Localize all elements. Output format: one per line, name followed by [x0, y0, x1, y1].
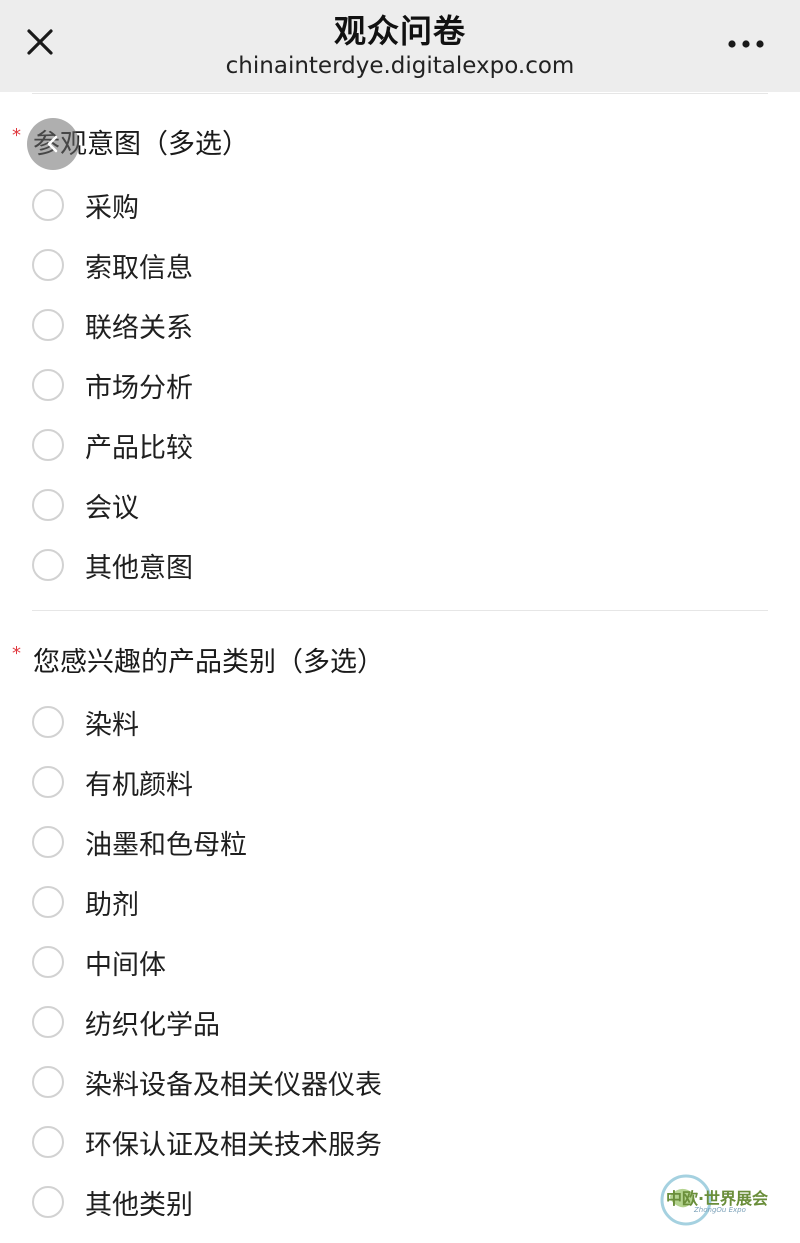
required-mark: *	[12, 643, 21, 664]
option-label: 染料	[85, 710, 139, 741]
option-label: 会议	[85, 493, 139, 524]
option-ink-masterbatch[interactable]: 油墨和色母粒	[0, 817, 800, 869]
checkbox-circle[interactable]	[32, 826, 64, 858]
option-label: 环保认证及相关技术服务	[85, 1130, 382, 1161]
checkbox-circle[interactable]	[32, 309, 64, 341]
option-organic-pigments[interactable]: 有机颜料	[0, 757, 800, 809]
section-divider	[32, 93, 768, 94]
checkbox-circle[interactable]	[32, 249, 64, 281]
option-label: 市场分析	[85, 373, 193, 404]
logo-subtext: ZhongOu Expo	[694, 1206, 746, 1214]
option-intermediates[interactable]: 中间体	[0, 937, 800, 989]
option-dyes[interactable]: 染料	[0, 697, 800, 749]
option-dye-equipment[interactable]: 染料设备及相关仪器仪表	[0, 1057, 800, 1109]
checkbox-circle[interactable]	[32, 429, 64, 461]
option-label: 联络关系	[85, 313, 193, 344]
option-auxiliaries[interactable]: 助剂	[0, 877, 800, 929]
page-title: 观众问卷	[333, 12, 466, 50]
option-request-info[interactable]: 索取信息	[0, 240, 800, 292]
checkbox-circle[interactable]	[32, 706, 64, 738]
checkbox-circle[interactable]	[32, 1126, 64, 1158]
page-url: chinainterdye.digitalexpo.com	[225, 53, 575, 79]
option-purchase[interactable]: 采购	[0, 180, 800, 232]
option-meeting[interactable]: 会议	[0, 480, 800, 532]
option-label: 索取信息	[85, 253, 193, 284]
expo-logo: 中欧·世界展会 ZhongOu Expo	[658, 1172, 776, 1228]
checkbox-circle[interactable]	[32, 189, 64, 221]
chevron-left-icon	[47, 135, 58, 153]
option-product-compare[interactable]: 产品比较	[0, 420, 800, 472]
option-label: 采购	[85, 193, 139, 224]
option-eco-certification[interactable]: 环保认证及相关技术服务	[0, 1117, 800, 1169]
checkbox-circle[interactable]	[32, 549, 64, 581]
option-label: 其他意图	[85, 553, 193, 584]
checkbox-circle[interactable]	[32, 489, 64, 521]
top-navigation-bar: 观众问卷 chinainterdye.digitalexpo.com	[0, 0, 800, 92]
section-divider	[32, 610, 768, 611]
checkbox-circle[interactable]	[32, 1186, 64, 1218]
option-label: 油墨和色母粒	[85, 830, 247, 861]
option-textile-chemicals[interactable]: 纺织化学品	[0, 997, 800, 1049]
option-other-intent[interactable]: 其他意图	[0, 540, 800, 592]
option-contact[interactable]: 联络关系	[0, 300, 800, 352]
question-label: 您感兴趣的产品类别（多选）	[33, 647, 384, 678]
option-label: 纺织化学品	[85, 1010, 220, 1041]
checkbox-circle[interactable]	[32, 886, 64, 918]
checkbox-circle[interactable]	[32, 766, 64, 798]
option-label: 中间体	[85, 950, 166, 981]
checkbox-circle[interactable]	[32, 1006, 64, 1038]
option-label: 有机颜料	[85, 770, 193, 801]
option-label: 染料设备及相关仪器仪表	[85, 1070, 382, 1101]
checkbox-circle[interactable]	[32, 946, 64, 978]
required-mark: *	[12, 125, 21, 146]
option-label: 其他类别	[85, 1190, 193, 1221]
more-options-button[interactable]	[718, 24, 774, 64]
option-label: 助剂	[85, 890, 139, 921]
option-label: 产品比较	[85, 433, 193, 464]
checkbox-circle[interactable]	[32, 369, 64, 401]
more-icon	[728, 40, 764, 48]
checkbox-circle[interactable]	[32, 1066, 64, 1098]
option-market-analysis[interactable]: 市场分析	[0, 360, 800, 412]
floating-back-button[interactable]	[27, 118, 79, 170]
